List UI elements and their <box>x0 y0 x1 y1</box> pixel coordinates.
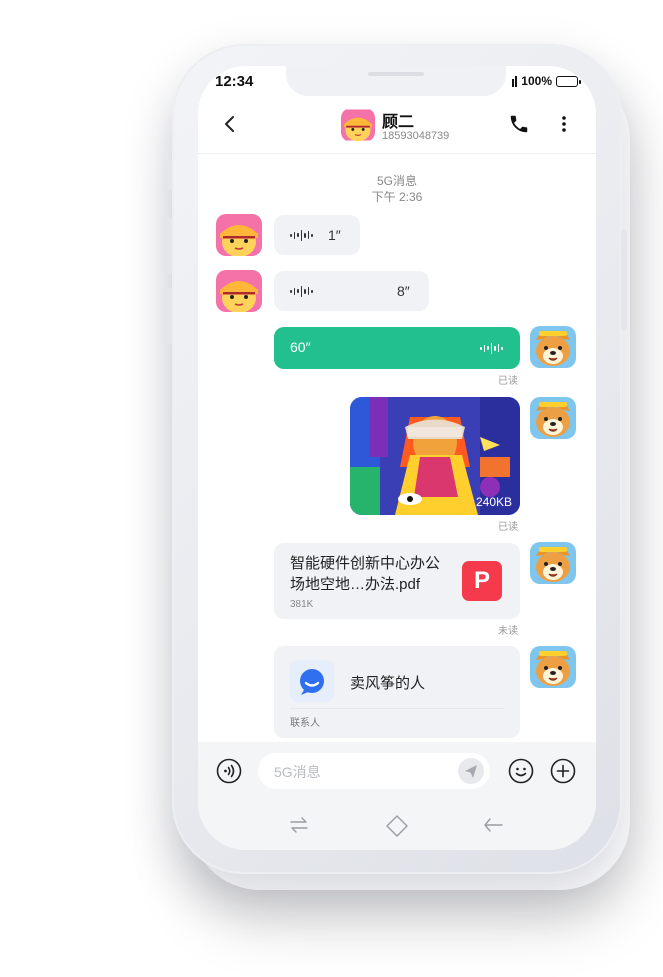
message-input[interactable]: 5G消息 <box>258 753 490 789</box>
voice-message-outgoing[interactable]: 60″ <box>274 327 520 369</box>
battery-icon <box>556 75 581 87</box>
composer-bar: 5G消息 <box>198 742 596 802</box>
my-avatar[interactable] <box>530 542 576 584</box>
signal-icon <box>512 75 518 87</box>
my-avatar[interactable] <box>530 397 576 439</box>
contact-card-icon <box>290 660 334 702</box>
phone-icon[interactable] <box>508 113 530 135</box>
my-avatar[interactable] <box>530 326 576 368</box>
shared-contact-name: 卖风筝的人 <box>350 675 426 692</box>
voice-duration: 1″ <box>328 227 341 243</box>
message-list[interactable]: 5G消息 下午 2:36 1″ 8″ 60″ 已读 240KB 已读 智能硬件创… <box>198 154 596 742</box>
voice-wave-icon <box>290 229 313 241</box>
speaker <box>368 72 424 76</box>
pdf-file-icon: P <box>462 561 502 601</box>
image-message[interactable]: 240KB <box>350 397 520 515</box>
side-button-power <box>621 230 627 330</box>
status-time: 12:34 <box>215 73 254 90</box>
read-status: 已读 <box>498 376 518 387</box>
file-title-line2: 场地空地…办法.pdf <box>290 576 421 593</box>
read-status: 未读 <box>498 626 518 637</box>
back-nav-icon[interactable] <box>482 814 504 836</box>
side-button-silent <box>166 160 172 190</box>
recent-apps-icon[interactable] <box>288 814 310 836</box>
read-status: 已读 <box>498 522 518 533</box>
more-icon[interactable] <box>554 114 574 134</box>
message-timestamp: 下午 2:36 <box>371 190 423 204</box>
phone-screen: 12:34 100% 顾二 18593048739 5G消息 下午 2:36 1… <box>198 66 596 850</box>
voice-wave-icon <box>480 342 503 354</box>
notch <box>286 66 506 96</box>
file-size: 381K <box>290 599 314 610</box>
side-button-volume-down <box>166 288 172 344</box>
emoji-icon[interactable] <box>508 758 534 784</box>
chat-header: 顾二 18593048739 <box>198 96 596 154</box>
home-icon[interactable] <box>385 814 409 838</box>
plus-icon[interactable] <box>550 758 576 784</box>
file-title-line1: 智能硬件创新中心办公 <box>290 555 441 572</box>
voice-duration: 8″ <box>397 283 410 299</box>
send-icon[interactable] <box>458 758 484 784</box>
voice-message[interactable]: 8″ <box>274 271 429 311</box>
incoming-avatar[interactable] <box>216 214 262 256</box>
system-label: 5G消息 <box>376 174 417 188</box>
contact-name: 顾二 <box>382 114 415 131</box>
battery-percent: 100% <box>521 74 552 88</box>
image-size: 240KB <box>475 495 512 509</box>
back-icon[interactable] <box>220 114 240 134</box>
input-placeholder: 5G消息 <box>274 764 321 780</box>
my-avatar[interactable] <box>530 646 576 688</box>
incoming-avatar[interactable] <box>216 270 262 312</box>
voice-mode-icon[interactable] <box>216 758 242 784</box>
system-nav-bar <box>198 802 596 850</box>
contact-avatar[interactable] <box>341 108 375 142</box>
voice-duration: 60″ <box>290 339 311 355</box>
contact-phone: 18593048739 <box>382 130 450 142</box>
contact-divider <box>290 708 504 709</box>
contact-type-label: 联系人 <box>290 718 320 729</box>
side-button-volume-up <box>166 218 172 274</box>
contact-card-message[interactable]: 卖风筝的人 联系人 <box>274 646 520 738</box>
voice-wave-icon <box>290 285 313 297</box>
file-message[interactable]: 智能硬件创新中心办公 场地空地…办法.pdf 381K P <box>274 543 520 619</box>
status-indicators: 100% <box>512 74 581 88</box>
voice-message[interactable]: 1″ <box>274 215 360 255</box>
